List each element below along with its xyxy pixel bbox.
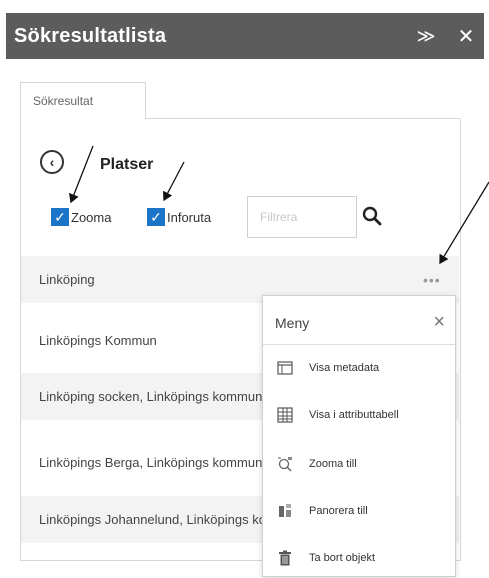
zoom-to-icon xyxy=(277,456,293,472)
annotation-arrow xyxy=(163,161,185,202)
tab-label: Sökresultat xyxy=(33,94,94,108)
menu-item-label: Zooma till xyxy=(309,458,357,470)
menu-item-label: Visa metadata xyxy=(309,362,380,374)
pan-icon xyxy=(277,503,293,519)
menu-title: Meny xyxy=(275,315,310,331)
menu-divider xyxy=(263,344,455,345)
annotation-arrow xyxy=(69,145,94,204)
menu-item-label: Ta bort objekt xyxy=(309,552,376,564)
metadata-icon xyxy=(277,360,293,376)
table-icon xyxy=(277,407,293,423)
menu-item-pan-to[interactable]: Panorera till xyxy=(277,503,368,519)
menu-item-attribute-table[interactable]: Visa i attributtabell xyxy=(277,407,399,423)
menu-item-zoom-to[interactable]: Zooma till xyxy=(277,456,357,472)
menu-item-show-metadata[interactable]: Visa metadata xyxy=(277,360,379,376)
menu-item-label: Panorera till xyxy=(309,505,368,517)
trash-icon xyxy=(277,550,293,566)
menu-item-label: Visa i attributtabell xyxy=(309,409,399,421)
annotation-arrow xyxy=(439,181,489,265)
menu-item-remove-object[interactable]: Ta bort objekt xyxy=(277,550,375,566)
tab-search-results[interactable]: Sökresultat xyxy=(20,82,146,119)
close-icon[interactable]: × xyxy=(433,311,445,334)
context-menu: Meny × Visa metadata Visa i attributtabe… xyxy=(262,295,456,577)
